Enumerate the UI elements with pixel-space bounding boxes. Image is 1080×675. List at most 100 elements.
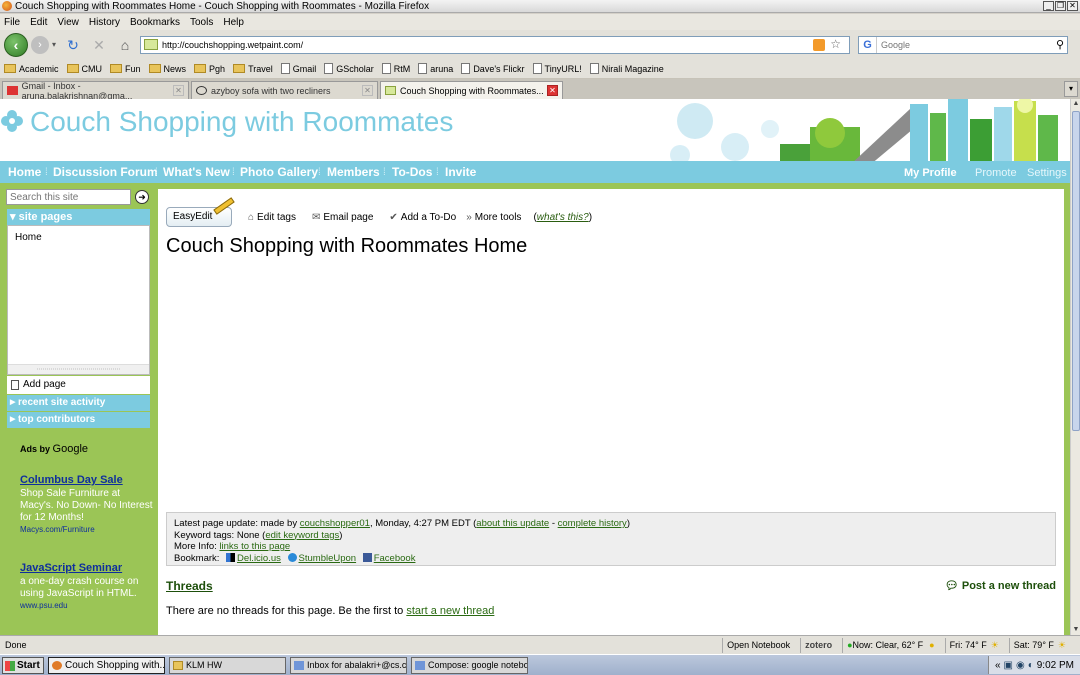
site-nav-whats-new[interactable]: What's New [163,165,230,179]
ad-url[interactable]: Macys.com/Furniture [20,525,155,534]
start-button[interactable]: Start [2,656,44,674]
bookmark-nirali-magazine[interactable]: Nirali Magazine [589,63,664,74]
threads-heading[interactable]: Threads [166,579,213,593]
start-new-thread-link[interactable]: start a new thread [406,605,494,617]
site-nav-photo-gallery[interactable]: Photo Gallery [240,165,318,179]
links-to-page-link[interactable]: links to this page [219,541,290,552]
promote-link[interactable]: Promote [975,167,1017,179]
weather-fri[interactable]: Fri: 74° F ☀ [944,638,1003,653]
menu-file[interactable]: File [4,17,20,28]
stumbleupon-link[interactable]: StumbleUpon [299,553,357,564]
bookmark-gscholar[interactable]: GScholar [324,63,374,74]
page-link-home[interactable]: Home [15,232,42,243]
settings-link[interactable]: Settings [1027,167,1067,179]
url-text[interactable]: http://couchshopping.wetpaint.com/ [162,40,303,50]
reload-icon[interactable]: ↻ [64,36,82,54]
site-search-input[interactable] [6,189,131,205]
menu-bookmarks[interactable]: Bookmarks [130,17,180,28]
bookmark-fun[interactable]: Fun [110,64,141,74]
rss-feed-icon[interactable] [813,38,826,51]
bookmark-pgh[interactable]: Pgh [194,64,225,74]
site-pages-header[interactable]: ▾ site pages [7,209,150,225]
menu-tools[interactable]: Tools [190,17,213,28]
resize-grip[interactable]: ⋯⋯⋯⋯⋯⋯⋯⋯⋯⋯⋯⋯⋯⋯ [8,364,149,374]
scroll-up-icon[interactable]: ▲ [1071,99,1080,109]
site-nav-todos[interactable]: To-Dos [392,165,432,179]
weather-now[interactable]: ● Now: Clear, 62° F ● [842,638,939,653]
search-bar[interactable]: G ⚲ [858,35,1069,54]
tab-gmail[interactable]: Gmail - Inbox - aruna.balakrishnan@gma..… [2,81,189,101]
site-nav-discussion-forum[interactable]: Discussion Forum [53,165,158,179]
bookmark-star-icon[interactable]: ☆ [830,37,841,51]
facebook-link[interactable]: Facebook [374,553,416,564]
menu-view[interactable]: View [57,17,79,28]
easyedit-button[interactable]: EasyEdit [166,197,235,227]
edit-tags-link[interactable]: ⌂ Edit tags [248,212,296,223]
close-tab-icon[interactable]: ✕ [547,85,558,96]
network-icon[interactable]: ▣ [1004,660,1013,671]
ad-title[interactable]: JavaScript Seminar [20,562,155,574]
bookmark-rtm[interactable]: RtM [381,63,410,74]
about-update-link[interactable]: about this update [476,518,549,529]
back-button[interactable]: ‹ [4,32,28,57]
my-profile-link[interactable]: My Profile [904,167,957,179]
add-todo-link[interactable]: ✔ Add a To-Do [389,212,456,223]
site-nav-home[interactable]: Home [8,165,41,179]
minimize-button[interactable]: _ [1043,1,1054,11]
scroll-thumb[interactable] [1072,111,1080,431]
clock[interactable]: 9:02 PM [1037,660,1074,671]
address-bar[interactable]: http://couchshopping.wetpaint.com/ ☆ [140,35,851,54]
site-nav-invite[interactable]: Invite [445,165,476,179]
more-tools-link[interactable]: » More tools [466,212,521,223]
ads-by-google-label[interactable]: Ads by Google [20,443,155,455]
delicious-link[interactable]: Del.icio.us [237,553,281,564]
post-new-thread-link[interactable]: 💬︎ Post a new thread [945,579,1056,592]
weather-sat[interactable]: Sat: 79° F ☀ [1008,638,1070,653]
google-engine-icon[interactable]: G [859,36,878,53]
site-title[interactable]: Couch Shopping with Roommates [30,106,453,138]
top-contributors-header[interactable]: ▶ top contributors [7,412,150,428]
ad-url[interactable]: www.psu.edu [20,601,155,610]
search-input[interactable] [881,39,1042,50]
close-window-button[interactable]: ✕ [1067,1,1078,11]
bookmark-gmail[interactable]: Gmail [280,63,316,74]
tray-expand-icon[interactable]: « [995,660,1001,671]
bookmark-daves-flickr[interactable]: Dave's Flickr [461,63,525,74]
complete-history-link[interactable]: complete history [558,518,627,529]
bookmark-aruna[interactable]: aruna [418,63,453,74]
history-dropdown-icon[interactable]: ▾ [52,40,56,49]
recent-site-activity-header[interactable]: ▶ recent site activity [7,395,150,411]
bookmark-academic[interactable]: Academic [4,64,59,74]
tab-list-button[interactable]: ▾ [1064,81,1078,97]
vertical-scrollbar[interactable]: ▲ ▼ [1070,99,1080,635]
menu-help[interactable]: Help [223,17,244,28]
whats-this-link[interactable]: (what's this?) [533,212,592,223]
taskbar-klm-hw[interactable]: KLM HW [169,656,286,674]
tab-azyboy-sofa[interactable]: azyboy sofa with two recliners ✕ [191,81,378,99]
email-page-link[interactable]: ✉ Email page [312,212,373,223]
tab-couch-shopping[interactable]: Couch Shopping with Roommates... ✕ [380,81,563,99]
search-go-icon[interactable]: ➜ [135,190,149,204]
taskbar-firefox[interactable]: Couch Shopping with... [48,656,165,674]
close-tab-icon[interactable]: ✕ [362,85,373,96]
menu-history[interactable]: History [89,17,120,28]
forward-button[interactable]: › [31,35,49,54]
menu-edit[interactable]: Edit [30,17,47,28]
home-icon[interactable]: ⌂ [116,36,134,54]
add-page-button[interactable]: Add page [7,376,150,394]
bookmark-news[interactable]: News [148,64,186,74]
site-nav-members[interactable]: Members [327,165,380,179]
edit-keyword-tags-link[interactable]: edit keyword tags [265,530,339,541]
taskbar-compose[interactable]: Compose: google notebo... [411,656,528,674]
open-notebook-button[interactable]: Open Notebook [722,638,794,653]
zotero-button[interactable]: zotero [800,638,836,653]
taskbar-inbox[interactable]: Inbox for abalakri+@cs.c... [290,656,407,674]
bookmark-travel[interactable]: Travel [233,64,273,74]
update-user-link[interactable]: couchshopper01 [300,518,370,529]
wifi-icon[interactable]: ◉ [1016,660,1025,671]
scroll-down-icon[interactable]: ▼ [1071,625,1080,635]
ad-title[interactable]: Columbus Day Sale [20,474,155,486]
volume-icon[interactable]: ◐ [1028,660,1034,671]
search-icon[interactable]: ⚲ [1056,38,1064,51]
close-tab-icon[interactable]: ✕ [173,85,184,96]
